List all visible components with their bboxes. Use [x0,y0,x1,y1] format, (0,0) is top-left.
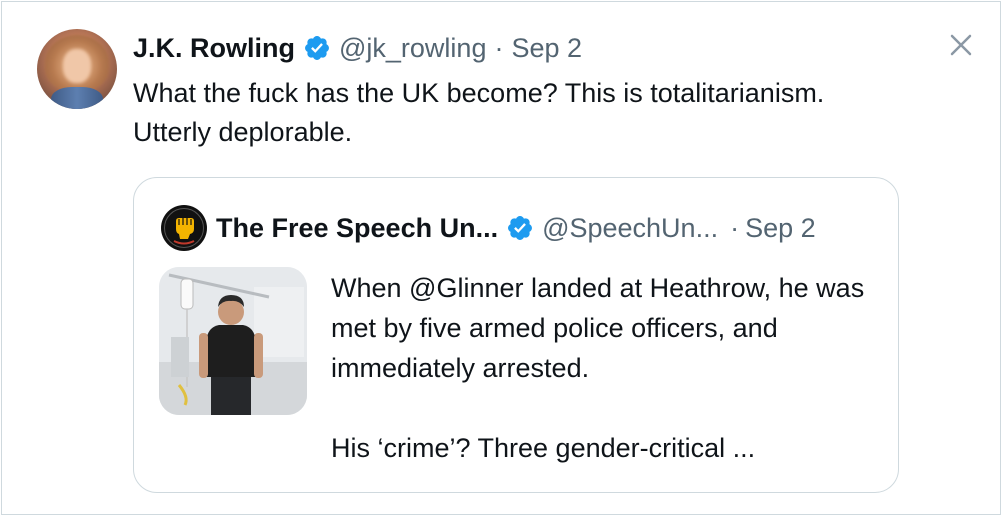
tweet-text: What the fuck has the UK become? This is… [133,78,825,147]
author-avatar[interactable] [37,29,117,109]
quoted-author-avatar[interactable] [161,205,207,251]
tweet-card[interactable]: J.K. Rowling @jk_rowling · Sep 2 What th… [1,1,1001,515]
separator-dot: · [730,212,740,243]
author-name[interactable]: J.K. Rowling [133,33,295,64]
quoted-tweet-text: When @Glinner landed at Heathrow, he was… [331,268,891,468]
avatar-face [63,49,91,83]
tweet-date[interactable]: Sep 2 [511,33,582,64]
avatar-shoulders [51,87,103,109]
author-handle[interactable]: @jk_rowling [339,33,486,64]
quoted-paragraph-2: His ‘crime’? Three gender-critical ... [331,433,756,463]
quoted-tweet-photo[interactable] [159,267,307,415]
quoted-tweet-header: The Free Speech Un... @SpeechUn... · Sep… [216,208,816,248]
quoted-paragraph-1: When @Glinner landed at Heathrow, he was… [331,273,865,383]
verified-badge-icon [508,216,533,240]
quoted-tweet[interactable]: The Free Speech Un... @SpeechUn... · Sep… [133,177,899,493]
quoted-author-handle[interactable]: @SpeechUn... [542,213,718,244]
close-icon[interactable] [946,30,976,60]
hospital-room-photo [159,267,307,415]
tweet-header: J.K. Rowling @jk_rowling · Sep 2 [133,30,582,66]
fist-icon [162,206,206,250]
verified-badge-icon [305,36,329,60]
quoted-tweet-date[interactable]: Sep 2 [745,213,816,244]
quoted-author-name[interactable]: The Free Speech Un... [216,213,498,244]
separator-dot: · [494,32,504,63]
